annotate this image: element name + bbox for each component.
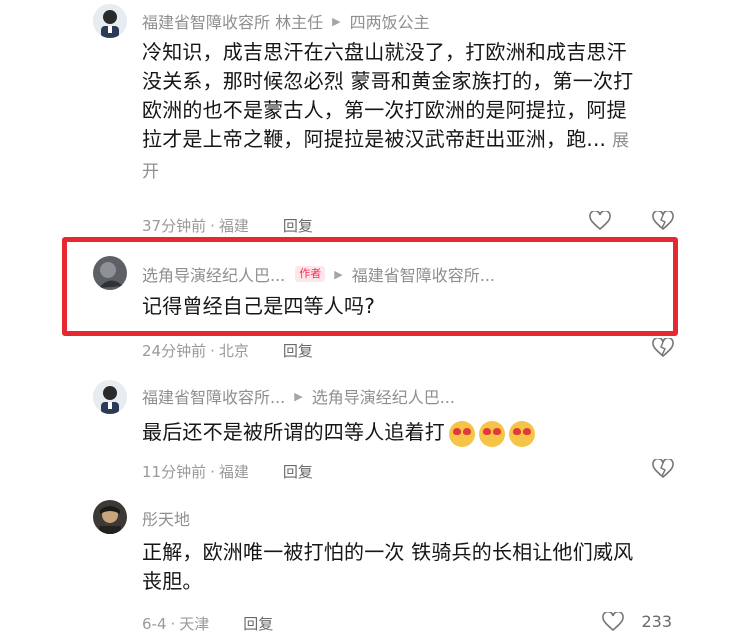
- reply-button[interactable]: 回复: [283, 340, 313, 361]
- comment-meta: 彤天地: [142, 506, 190, 530]
- separator: ·: [210, 462, 215, 481]
- comment-location: 福建: [218, 217, 249, 235]
- reply-arrow-icon: ▶: [294, 389, 303, 403]
- separator: ·: [210, 216, 215, 235]
- avatar[interactable]: [93, 4, 127, 38]
- reply-button[interactable]: 回复: [283, 215, 313, 236]
- author-name[interactable]: 彤天地: [142, 506, 190, 530]
- reply-to-name[interactable]: 选角导演经纪人巴...: [312, 384, 455, 408]
- like-heart-icon[interactable]: [589, 211, 611, 231]
- separator: ·: [170, 614, 176, 633]
- like-count: 233: [641, 612, 672, 631]
- avatar[interactable]: [93, 500, 127, 534]
- separator: ·: [210, 341, 215, 360]
- dislike-heart-icon[interactable]: [652, 338, 674, 358]
- heart-eyes-emoji-icon: [479, 420, 505, 447]
- highlight-frame: [62, 237, 678, 336]
- comment-time: 24分钟前: [142, 342, 207, 360]
- comment-footer: 24分钟前 · 北京 回复: [142, 340, 313, 361]
- reply-button[interactable]: 回复: [243, 613, 273, 634]
- comment-text: 正解，欧洲唯一被打怕的一次 铁骑兵的长相让他们威风丧胆。: [142, 540, 634, 593]
- comment-footer: 37分钟前 · 福建 回复: [142, 215, 313, 236]
- author-name[interactable]: 福建省智障收容所 林主任: [142, 9, 323, 33]
- comment-time: 6-4: [142, 614, 167, 633]
- dislike-heart-icon[interactable]: [652, 459, 674, 479]
- comment-time: 37分钟前: [142, 217, 207, 235]
- comment-meta: 福建省智障收容所 林主任 ▶ 四两饭公主: [142, 9, 430, 33]
- dislike-heart-icon[interactable]: [652, 211, 674, 231]
- like-heart-icon[interactable]: [602, 612, 624, 632]
- comment-text: 冷知识，成吉思汗在六盘山就没了，打欧洲和成吉思汗没关系，那时候忽必烈 蒙哥和黄金…: [142, 40, 634, 182]
- comment-location: 北京: [218, 342, 249, 360]
- comment-location: 福建: [218, 463, 249, 481]
- reply-to-name[interactable]: 四两饭公主: [350, 9, 430, 33]
- comment-time: 11分钟前: [142, 463, 207, 481]
- author-name[interactable]: 福建省智障收容所...: [142, 384, 285, 408]
- avatar[interactable]: [93, 380, 127, 414]
- reply-arrow-icon: ▶: [332, 14, 341, 28]
- comment-footer: 11分钟前 · 福建 回复: [142, 461, 313, 482]
- heart-eyes-emoji-icon: [509, 420, 535, 447]
- reply-button[interactable]: 回复: [283, 461, 313, 482]
- comment-meta: 福建省智障收容所... ▶ 选角导演经纪人巴...: [142, 384, 455, 408]
- comment-text: 最后还不是被所谓的四等人追着打: [142, 418, 642, 447]
- comment-location: 天津: [179, 615, 210, 633]
- comment-footer: 6-4 · 天津 回复: [142, 613, 273, 634]
- heart-eyes-emoji-icon: [449, 420, 475, 447]
